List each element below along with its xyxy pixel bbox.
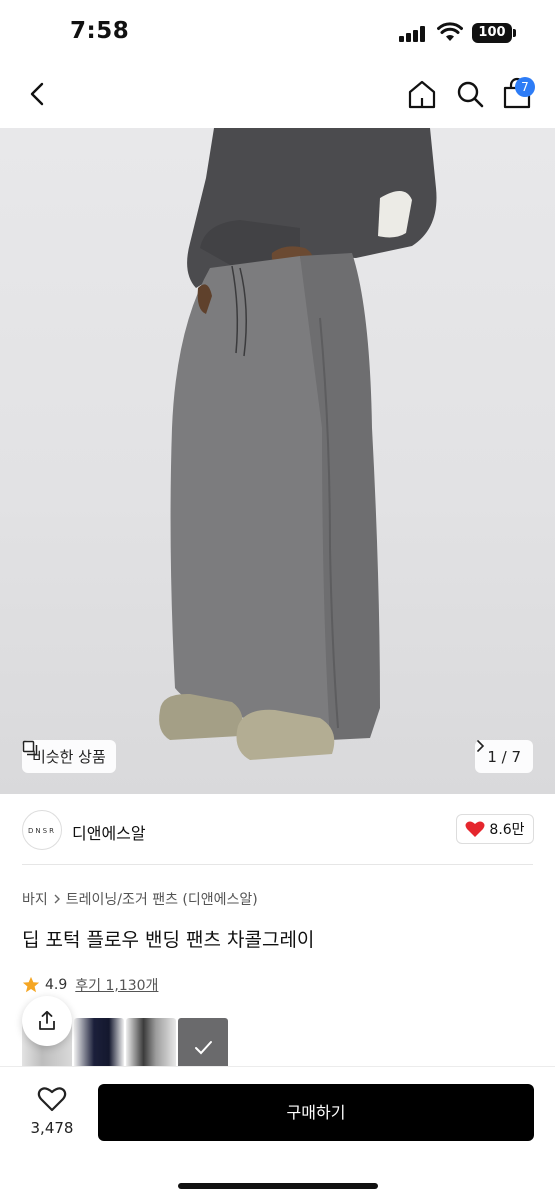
rating-value: 4.9 [45, 977, 68, 993]
brand-like-count: 8.6만 [489, 822, 525, 838]
product-image-carousel[interactable]: 비슷한 상품 1 / 7 [0, 128, 555, 794]
heart-outline-icon [37, 1087, 67, 1112]
similar-icon [22, 740, 38, 756]
similar-products-button[interactable]: 비슷한 상품 [22, 740, 116, 773]
product-title: 딥 포턱 플로우 밴딩 팬츠 차콜그레이 [22, 929, 315, 951]
chevron-right-icon [54, 894, 60, 904]
breadcrumb-item[interactable]: 바지 [22, 889, 48, 909]
search-icon[interactable] [452, 76, 488, 112]
brand-like-button[interactable]: 8.6만 [456, 814, 534, 844]
buy-button[interactable]: 구매하기 [98, 1084, 534, 1141]
color-swatch-selected[interactable] [178, 1018, 228, 1068]
home-indicator [178, 1183, 378, 1189]
battery-tip [513, 29, 516, 37]
image-counter-text: 1 / 7 [487, 747, 521, 766]
image-counter[interactable]: 1 / 7 [475, 740, 533, 773]
chevron-right-icon [477, 740, 485, 752]
wifi-icon [437, 22, 463, 41]
bag-count-badge: 7 [515, 77, 535, 97]
wishlist-count: 3,478 [30, 1119, 74, 1137]
review-count-link[interactable]: 후기 1,130개 [75, 975, 158, 995]
status-bar: 7:58 100 [0, 0, 555, 62]
divider [22, 864, 533, 865]
check-icon [195, 1041, 212, 1055]
brand-name[interactable]: 디앤에스알 [72, 820, 146, 844]
top-nav: 7 [0, 62, 555, 128]
chevron-left-icon[interactable] [20, 76, 56, 112]
share-icon [39, 1010, 55, 1030]
brand-row[interactable]: DNSR 디앤에스알 8.6만 [0, 794, 555, 864]
share-button[interactable] [22, 996, 72, 1046]
status-time: 7:58 [70, 18, 130, 44]
similar-label: 비슷한 상품 [32, 748, 106, 766]
heart-filled-icon [465, 821, 485, 837]
rating-row: 4.9 후기 1,130개 [22, 975, 158, 995]
breadcrumb-item[interactable]: 트레이닝/조거 팬츠 (디앤에스알) [66, 889, 258, 909]
wishlist-button[interactable]: 3,478 [22, 1085, 82, 1137]
color-swatch[interactable] [126, 1018, 176, 1068]
breadcrumb: 바지 트레이닝/조거 팬츠 (디앤에스알) [22, 889, 258, 909]
bottom-purchase-bar: 3,478 구매하기 [0, 1066, 555, 1200]
home-icon[interactable] [404, 76, 440, 112]
star-icon [22, 976, 40, 993]
battery-icon: 100 [472, 23, 512, 43]
signal-icon [399, 26, 427, 42]
brand-logo[interactable]: DNSR [22, 810, 62, 850]
product-photo [159, 128, 437, 760]
color-swatch[interactable] [74, 1018, 124, 1068]
product-page: 7:58 100 7 비슷한 상품 1 / 7 DNSR 디앤에스알 8.6만 … [0, 0, 555, 1200]
